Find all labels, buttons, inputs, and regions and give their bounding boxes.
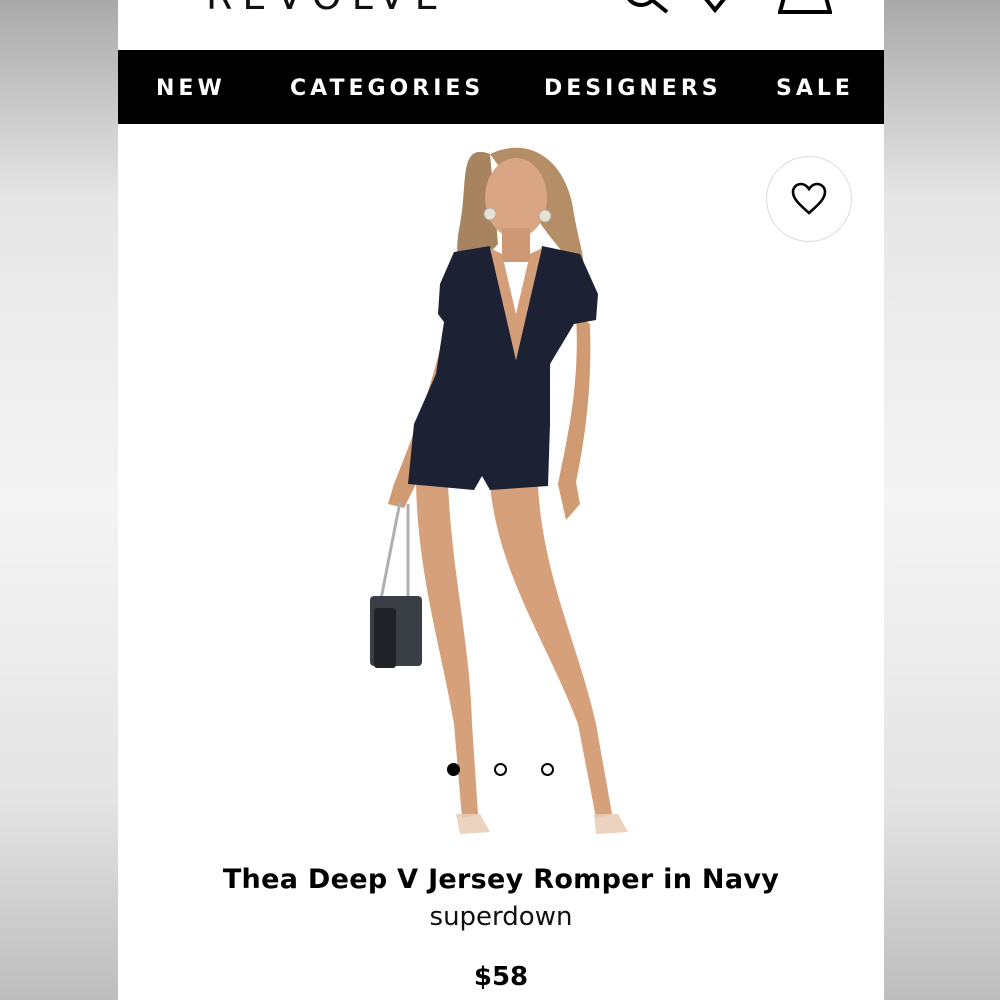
nav-item-new[interactable]: NEW (156, 76, 226, 101)
carousel-dot-3[interactable] (541, 763, 554, 776)
menu-icon[interactable] (142, 0, 182, 4)
model-neck (502, 228, 530, 262)
earring (538, 209, 552, 223)
bag-chain (378, 501, 402, 605)
model-arm-right (558, 314, 591, 520)
product-price: $58 (473, 962, 529, 992)
nav-item-sale[interactable]: SALE (776, 76, 854, 101)
wishlist-button[interactable] (766, 156, 852, 242)
product-brand[interactable]: superdown (118, 902, 884, 932)
shoe (456, 814, 490, 834)
carousel-indicators (118, 762, 884, 782)
heart-outline-icon (791, 182, 827, 215)
main-nav: NEW CATEGORIES DESIGNERS SALE (118, 50, 884, 124)
nav-item-categories[interactable]: CATEGORIES (290, 76, 484, 101)
model-face (485, 158, 547, 238)
app-screen: REVOLVE NEW CATEGORIES DESIGNERS SALE (118, 0, 884, 1000)
earring (483, 207, 497, 221)
nav-item-designers[interactable]: DESIGNERS (544, 76, 722, 101)
carousel-dot-2[interactable] (494, 763, 507, 776)
product-image-carousel[interactable] (118, 124, 884, 854)
top-header: REVOLVE (118, 0, 884, 50)
product-title: Thea Deep V Jersey Romper in Navy (222, 864, 780, 895)
shoe (594, 814, 628, 834)
search-icon[interactable] (623, 0, 673, 16)
handbag-flap (374, 608, 396, 668)
heart-icon[interactable] (693, 0, 737, 14)
site-logo[interactable]: REVOLVE (206, 0, 449, 18)
carousel-dot-1[interactable] (447, 763, 460, 776)
shopping-bag-icon[interactable] (778, 0, 832, 16)
product-photo (370, 147, 628, 834)
